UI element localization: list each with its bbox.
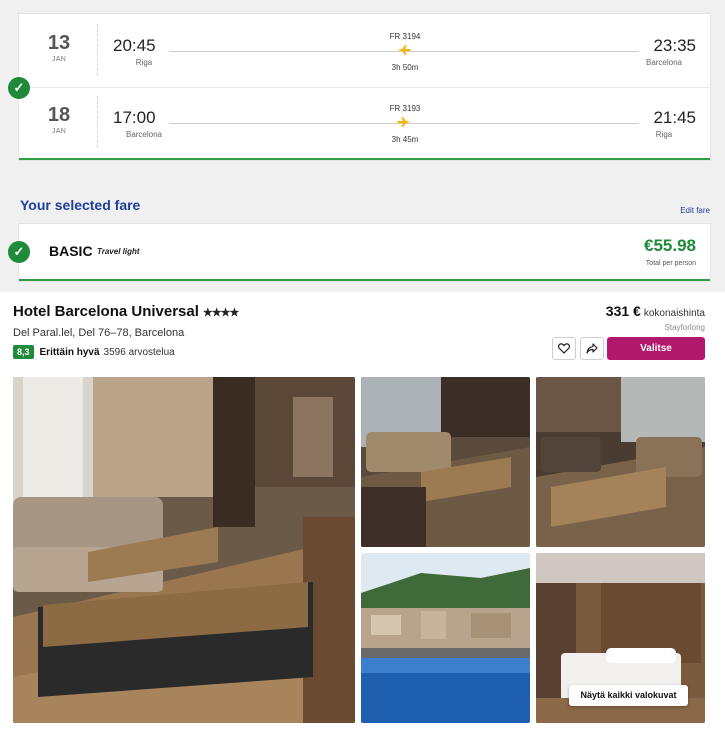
select-hotel-button[interactable]: Valitse (607, 337, 705, 360)
review-summary: 8,3 Erittäin hyvä 3596 arvostelua (13, 344, 175, 360)
show-all-photos-button[interactable]: Näytä kaikki valokuvat (569, 685, 688, 706)
fare-price: €55.98 (644, 236, 696, 255)
star-rating: ★★★★ (202, 307, 239, 319)
outbound-flight-row: 13 JAN 20:45 Riga FR 3194 3h 50m 23:35 B… (19, 18, 710, 86)
edit-fare-link[interactable]: Edit fare (680, 206, 710, 215)
hotel-photo-rooftop-pool[interactable] (361, 553, 530, 723)
departure-city: Barcelona (125, 130, 163, 139)
flight-day: 18 (47, 104, 71, 126)
check-icon: ✓ (8, 77, 30, 99)
hotel-photo-main[interactable] (13, 377, 355, 723)
selected-fare-heading: Your selected fare (20, 197, 141, 213)
flight-date: 13 JAN (39, 32, 79, 63)
hotel-price-value: 331 € (605, 303, 641, 319)
date-divider (97, 24, 98, 76)
plane-icon (394, 44, 414, 58)
rating-badge: 8,3 (13, 345, 34, 359)
favorite-button[interactable] (552, 337, 576, 360)
arrival-time: 23:35 (653, 36, 696, 55)
hotel-price: 331 € kokonaishinta (606, 303, 705, 319)
fare-subtitle: Travel light (97, 247, 140, 256)
plane-icon (394, 116, 414, 130)
flight-number: FR 3193 (389, 104, 421, 113)
flight-duration: 3h 45m (391, 135, 419, 144)
rating-label: Erittäin hyvä (39, 346, 100, 358)
flight-date: 18 JAN (39, 104, 79, 135)
fare-name: BASIC (49, 243, 93, 259)
fare-price-note: Total per person (645, 260, 696, 267)
flight-day: 13 (47, 32, 71, 54)
selected-fare-card: BASIC Travel light €55.98 Total per pers… (19, 224, 710, 281)
hotel-title[interactable]: Hotel Barcelona Universal ★★★★ (13, 303, 239, 320)
flight-row-divider (19, 87, 710, 88)
departure-time: 20:45 (113, 36, 156, 55)
share-icon (586, 343, 598, 354)
hotel-photo-lobby[interactable] (536, 377, 705, 547)
arrival-time: 21:45 (653, 108, 696, 127)
arrival-city: Barcelona (645, 58, 683, 67)
review-count: 3596 arvostelua (103, 346, 175, 358)
flight-duration: 3h 50m (391, 63, 419, 72)
flight-month: JAN (51, 56, 67, 63)
departure-time: 17:00 (113, 108, 156, 127)
date-divider (97, 96, 98, 148)
hotel-price-unit: kokonaishinta (643, 308, 705, 319)
flight-itinerary-card: 13 JAN 20:45 Riga FR 3194 3h 50m 23:35 B… (19, 14, 710, 160)
hotel-photo-lounge[interactable] (361, 377, 530, 547)
return-flight-row: 18 JAN 17:00 Barcelona FR 3193 3h 45m 21… (19, 90, 710, 158)
departure-city: Riga (135, 58, 153, 67)
flight-month: JAN (51, 128, 67, 135)
hotel-name[interactable]: Hotel Barcelona Universal (13, 303, 199, 320)
heart-icon (558, 343, 570, 354)
flight-number: FR 3194 (389, 32, 421, 41)
share-button[interactable] (580, 337, 604, 360)
booking-provider: Stayforlong (664, 323, 705, 332)
hotel-address: Del Paral.lel, Del 76–78, Barcelona (13, 327, 185, 339)
check-icon: ✓ (8, 241, 30, 263)
arrival-city: Riga (655, 130, 673, 139)
